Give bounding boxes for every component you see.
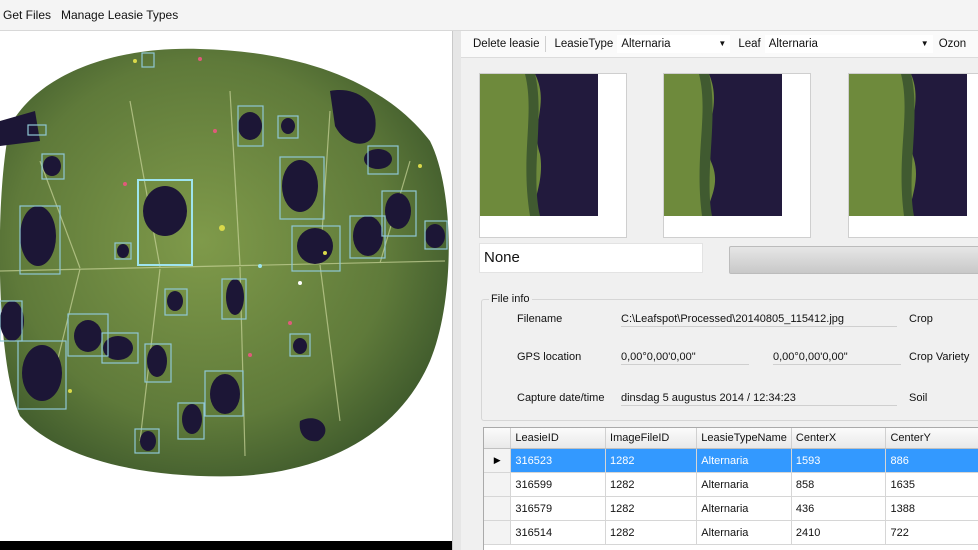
cell-imagefileid[interactable]: 1282 <box>605 496 698 521</box>
status-text: None <box>479 243 703 273</box>
lesion-thumbnail-image <box>480 74 598 216</box>
gps-longitude-field[interactable]: 0,00°0,00'0,00" <box>773 351 901 365</box>
leasie-type-value: Alternaria <box>621 38 671 50</box>
cell-leasieid[interactable]: 316599 <box>510 472 607 497</box>
cell-centerx[interactable]: 858 <box>791 472 887 497</box>
thumbnail-2[interactable] <box>663 73 811 238</box>
progress-bar <box>729 246 978 274</box>
cell-centery[interactable]: 722 <box>885 520 978 545</box>
cell-leasieid[interactable]: 316523 <box>510 448 607 473</box>
menu-manage-leasie-types[interactable]: Manage Leasie Types <box>56 8 183 22</box>
cell-imagefileid[interactable]: 1282 <box>605 520 698 545</box>
table-row[interactable]: ▶ 316523 1282 Alternaria 1593 886 <box>484 448 978 473</box>
gps-location-label: GPS location <box>517 351 582 363</box>
delete-leasie-button[interactable]: Delete leasie <box>461 36 547 52</box>
capture-datetime-label: Capture date/time <box>517 392 605 404</box>
leasie-type-label: LeasieType <box>554 38 614 50</box>
table-row[interactable]: 316579 1282 Alternaria 436 1388 <box>484 496 978 521</box>
column-header-centerx[interactable]: CenterX <box>791 428 887 449</box>
leaf-image-pane[interactable] <box>0 31 453 550</box>
cell-leasietypename[interactable]: Alternaria <box>696 448 792 473</box>
cell-leasieid[interactable]: 316514 <box>510 520 607 545</box>
cell-leasietypename[interactable]: Alternaria <box>696 472 792 497</box>
toolbar: Delete leasie LeasieType Alternaria ▼ Le… <box>461 31 978 58</box>
thumbnail-3[interactable] <box>848 73 978 238</box>
cell-centery[interactable]: 886 <box>885 448 978 473</box>
current-row-arrow-icon: ▶ <box>484 448 512 473</box>
details-pane: Delete leasie LeasieType Alternaria ▼ Le… <box>461 31 978 550</box>
row-header[interactable] <box>484 496 512 521</box>
filename-field[interactable]: C:\Leafspot\Processed\20140805_115412.jp… <box>621 313 897 327</box>
cell-leasietypename[interactable]: Alternaria <box>696 496 792 521</box>
cell-centerx[interactable]: 1593 <box>791 448 887 473</box>
cell-centery[interactable]: 1635 <box>885 472 978 497</box>
capture-datetime-field[interactable]: dinsdag 5 augustus 2014 / 12:34:23 <box>621 392 897 406</box>
chevron-down-icon: ▼ <box>920 39 929 48</box>
crop-variety-label: Crop Variety <box>909 351 970 363</box>
grid-header-row: LeasieID ImageFileID LeasieTypeName Cent… <box>484 428 978 449</box>
cell-leasietypename[interactable]: Alternaria <box>696 520 792 545</box>
leaf-image[interactable] <box>0 31 452 550</box>
cell-imagefileid[interactable]: 1282 <box>605 472 698 497</box>
menu-bar: Get Files Manage Leasie Types <box>0 0 978 31</box>
leaf-label: Leaf <box>738 38 761 50</box>
lesion-thumbnail-image <box>664 74 782 216</box>
file-info-legend: File info <box>489 293 532 305</box>
lesion-thumbnail-image <box>849 74 967 216</box>
cell-imagefileid[interactable]: 1282 <box>605 448 698 473</box>
column-header-leasietypename[interactable]: LeasieTypeName <box>696 428 792 449</box>
column-header-imagefileid[interactable]: ImageFileID <box>605 428 698 449</box>
cell-centerx[interactable]: 436 <box>791 496 887 521</box>
gps-latitude-field[interactable]: 0,00°0,00'0,00" <box>621 351 749 365</box>
leaf-select[interactable]: Alternaria ▼ <box>764 35 933 53</box>
left-pane-bottom-bar <box>0 541 452 550</box>
thumbnail-1[interactable] <box>479 73 627 238</box>
crop-label: Crop <box>909 313 933 325</box>
row-header[interactable] <box>484 520 512 545</box>
soil-label: Soil <box>909 392 928 404</box>
leasie-type-select[interactable]: Alternaria ▼ <box>617 35 731 53</box>
column-header-leasieid[interactable]: LeasieID <box>510 428 607 449</box>
leaf-value: Alternaria <box>768 38 818 50</box>
menu-get-files[interactable]: Get Files <box>0 8 56 22</box>
cell-centery[interactable]: 1388 <box>885 496 978 521</box>
cell-centerx[interactable]: 2410 <box>791 520 887 545</box>
ozon-label: Ozon <box>938 38 967 50</box>
column-header-centery[interactable]: CenterY <box>885 428 978 449</box>
chevron-down-icon: ▼ <box>718 39 727 48</box>
row-header-corner <box>484 428 512 449</box>
leasie-grid[interactable]: LeasieID ImageFileID LeasieTypeName Cent… <box>483 427 978 550</box>
table-row[interactable]: 316599 1282 Alternaria 858 1635 <box>484 472 978 497</box>
cell-leasieid[interactable]: 316579 <box>510 496 607 521</box>
filename-label: Filename <box>517 313 563 325</box>
row-header[interactable] <box>484 472 512 497</box>
table-row[interactable]: 316514 1282 Alternaria 2410 722 <box>484 520 978 545</box>
